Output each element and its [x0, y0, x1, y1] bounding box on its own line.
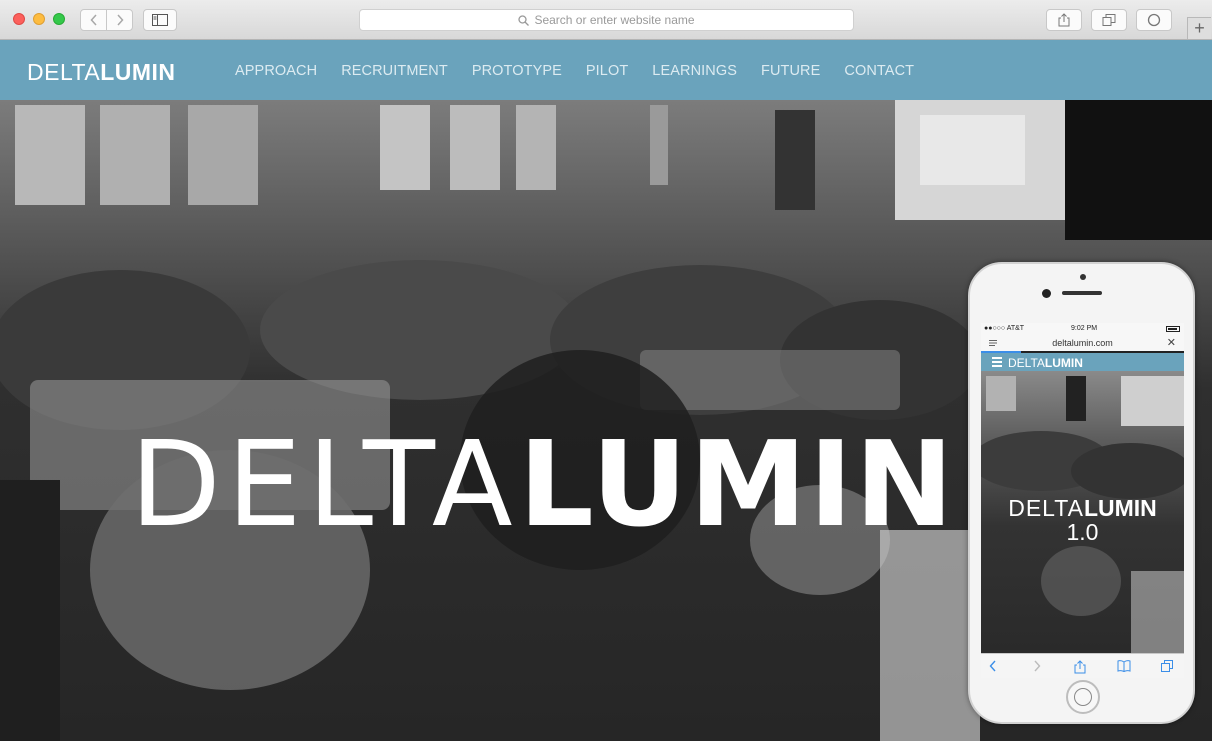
- phone-address-bar[interactable]: deltalumin.com ✕: [981, 335, 1184, 351]
- phone-logo-bold: LUMIN: [1044, 356, 1083, 370]
- phone-share-icon[interactable]: [1074, 660, 1086, 674]
- logo-bold: LUMIN: [100, 59, 176, 85]
- phone-hero-version: 1.0: [1066, 519, 1099, 546]
- main-nav: APPROACH RECRUITMENT PROTOTYPE PILOT LEA…: [235, 63, 938, 79]
- phone-time: 9:02 PM: [1071, 325, 1098, 332]
- phone-tabs-icon[interactable]: [1161, 660, 1173, 672]
- chevron-right-icon: [116, 14, 124, 26]
- address-bar[interactable]: Search or enter website name: [359, 9, 854, 31]
- close-icon[interactable]: ✕: [1167, 336, 1176, 349]
- sidebar-button[interactable]: [143, 9, 177, 31]
- history-nav: [80, 9, 134, 31]
- phone-hero-bold: LUMIN: [1083, 495, 1157, 521]
- nav-approach[interactable]: APPROACH: [235, 63, 317, 79]
- phone-browser-toolbar: [981, 653, 1184, 678]
- browser-toolbar: Search or enter website name +: [0, 0, 1212, 40]
- phone-logo-thin: DELTA: [1008, 356, 1045, 370]
- phone-hero-title: DELTALUMIN 1.0: [981, 496, 1184, 544]
- phone-home-button[interactable]: [1066, 680, 1100, 714]
- chevron-left-icon: [89, 14, 97, 26]
- hero-title: DELTALUMIN 1: [130, 425, 1071, 544]
- phone-site-logo[interactable]: DELTALUMIN: [1008, 356, 1083, 370]
- phone-speaker: [1062, 291, 1102, 295]
- hamburger-menu-icon[interactable]: [992, 357, 1002, 369]
- phone-mockup: ●●○○○ AT&T 9:02 PM deltalumin.com ✕ DELT…: [968, 262, 1195, 724]
- forward-button[interactable]: [106, 9, 133, 31]
- address-placeholder: Search or enter website name: [534, 13, 695, 27]
- nav-pilot[interactable]: PILOT: [586, 63, 628, 79]
- tabs-overview-button[interactable]: [1091, 9, 1127, 31]
- battery-icon: [1166, 326, 1180, 332]
- new-tab-button[interactable]: +: [1187, 17, 1211, 39]
- phone-status-bar: ●●○○○ AT&T 9:02 PM: [981, 323, 1184, 335]
- nav-future[interactable]: FUTURE: [761, 63, 820, 79]
- nav-learnings[interactable]: LEARNINGS: [652, 63, 737, 79]
- back-button[interactable]: [80, 9, 107, 31]
- phone-front-camera: [1042, 289, 1051, 298]
- circle-icon: [1147, 13, 1161, 27]
- phone-url: deltalumin.com: [1052, 338, 1113, 348]
- nav-prototype[interactable]: PROTOTYPE: [472, 63, 562, 79]
- phone-camera: [1080, 274, 1086, 280]
- share-button[interactable]: [1046, 9, 1082, 31]
- phone-carrier: ●●○○○ AT&T: [984, 325, 1025, 332]
- phone-site-header: DELTALUMIN: [981, 353, 1184, 371]
- site-logo[interactable]: DELTALUMIN: [27, 59, 176, 86]
- logo-thin: DELTA: [27, 59, 101, 85]
- phone-bookmarks-icon[interactable]: [1117, 660, 1131, 672]
- nav-contact[interactable]: CONTACT: [844, 63, 914, 79]
- search-icon: [518, 14, 530, 26]
- phone-hero: DELTALUMIN 1.0: [981, 371, 1184, 653]
- tabs-icon: [1102, 14, 1116, 26]
- extension-button[interactable]: [1136, 9, 1172, 31]
- hero-title-thin: DELTA: [130, 415, 519, 553]
- phone-back-icon[interactable]: [989, 660, 997, 672]
- phone-hero-thin: DELTA: [1008, 495, 1084, 521]
- share-icon: [1058, 13, 1070, 27]
- phone-screen: ●●○○○ AT&T 9:02 PM deltalumin.com ✕ DELT…: [981, 323, 1184, 678]
- nav-recruitment[interactable]: RECRUITMENT: [341, 63, 448, 79]
- zoom-window-button[interactable]: [53, 13, 65, 25]
- phone-forward-icon[interactable]: [1033, 660, 1041, 672]
- minimize-window-button[interactable]: [33, 13, 45, 25]
- sidebar-icon: [152, 14, 168, 26]
- hero-title-bold: LUMIN: [518, 415, 956, 553]
- site-header: DELTALUMIN APPROACH RECRUITMENT PROTOTYP…: [0, 40, 1212, 100]
- close-window-button[interactable]: [13, 13, 25, 25]
